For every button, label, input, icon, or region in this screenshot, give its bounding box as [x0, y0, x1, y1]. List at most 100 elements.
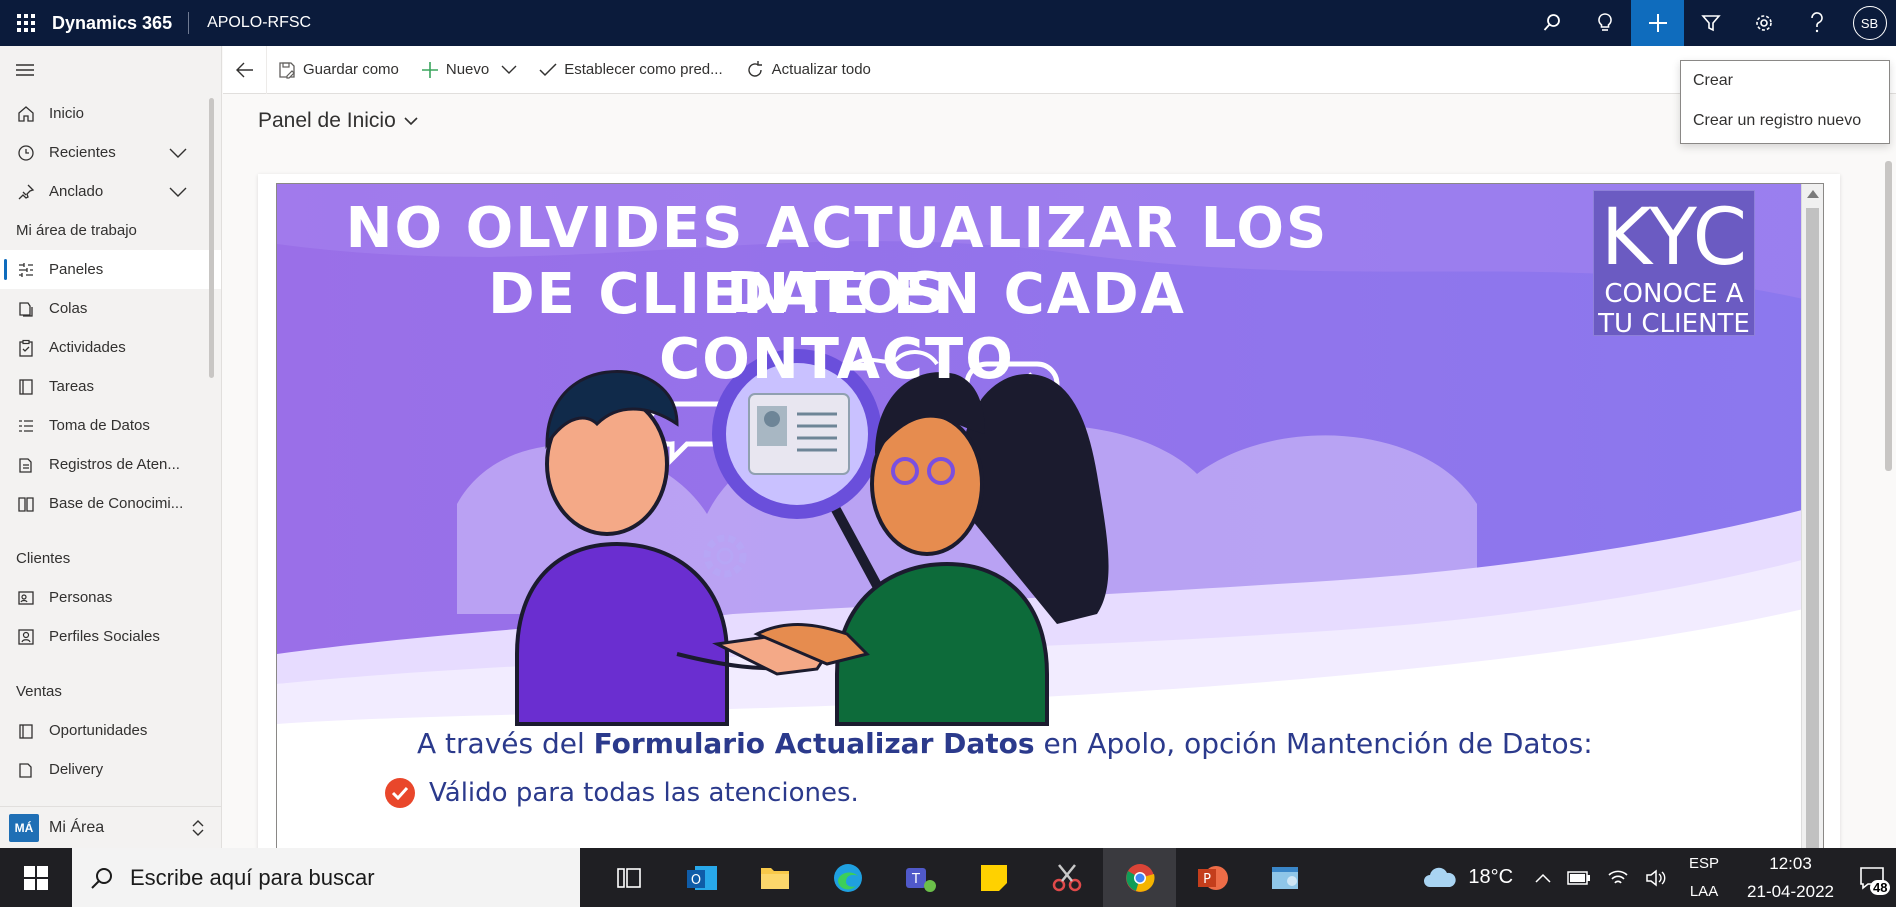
app-launcher-button[interactable] — [0, 0, 52, 46]
task-view-button[interactable] — [592, 848, 665, 907]
advanced-find-button[interactable] — [1684, 0, 1737, 46]
chevron-up-icon[interactable] — [1535, 873, 1551, 883]
notification-center-button[interactable]: 48 — [1848, 866, 1896, 895]
command-bar: Guardar como Nuevo Establecer como pred.… — [223, 45, 1896, 94]
set-default-button[interactable]: Establecer como pred... — [528, 46, 733, 94]
dashboard-selector[interactable]: Panel de Inicio — [258, 109, 418, 133]
save-as-button[interactable]: Guardar como — [267, 46, 410, 94]
environment-name[interactable]: APOLO-RFSC — [189, 14, 311, 32]
clock-icon — [16, 143, 36, 163]
sidebar-item-paneles[interactable]: Paneles — [0, 250, 221, 289]
avatar: SB — [1852, 6, 1887, 40]
taskbar-edge[interactable] — [811, 848, 884, 907]
checkmark-icon — [539, 62, 557, 77]
teams-icon: T — [905, 867, 936, 892]
sidebar-item-oportunidades[interactable]: Oportunidades — [0, 711, 221, 750]
filter-icon — [1700, 15, 1721, 32]
sidebar-item-delivery[interactable]: Delivery — [0, 750, 221, 789]
svg-text:O: O — [690, 873, 700, 888]
flyout-item-crear[interactable]: Crear — [1681, 61, 1889, 101]
sidebar-item-inicio[interactable]: Inicio — [0, 94, 221, 133]
battery-icon[interactable] — [1567, 870, 1591, 885]
sidebar-item-colas[interactable]: Colas — [0, 289, 221, 328]
taskbar-snipping-tool[interactable] — [1030, 848, 1103, 907]
weather-widget[interactable]: 18°C — [1422, 865, 1513, 891]
sidebar-item-actividades[interactable]: Actividades — [0, 328, 221, 367]
arrow-left-icon — [235, 62, 253, 77]
windows-logo-icon — [24, 865, 48, 890]
banner-scrollbar[interactable] — [1801, 184, 1823, 862]
plus-icon — [1648, 14, 1667, 32]
refresh-all-button[interactable]: Actualizar todo — [734, 46, 882, 94]
document-icon — [16, 760, 36, 780]
area-switcher[interactable]: MÁ Mi Área — [0, 806, 221, 848]
scroll-up-arrow-icon[interactable] — [1807, 190, 1819, 198]
sidebar-item-label: Toma de Datos — [49, 417, 150, 434]
taskbar-powerpoint[interactable]: P — [1176, 848, 1249, 907]
clipboard-icon — [16, 338, 36, 358]
area-label: Mi Área — [49, 818, 105, 836]
chevron-down-icon[interactable] — [169, 145, 187, 162]
taskbar-search-input[interactable]: Escribe aquí para buscar — [72, 848, 580, 907]
settings-button[interactable] — [1737, 0, 1790, 46]
kyc-banner: NO OLVIDES ACTUALIZAR LOS DATOS DE CLIEN… — [276, 183, 1824, 863]
sidebar-item-recientes[interactable]: Recientes — [0, 133, 221, 172]
folder-icon — [760, 867, 789, 889]
notification-count: 48 — [1870, 879, 1891, 895]
help-icon — [1810, 12, 1823, 33]
chevron-down-icon[interactable] — [501, 65, 517, 75]
language-indicator[interactable]: ESP LAA — [1689, 850, 1719, 906]
temperature: 18°C — [1468, 866, 1514, 888]
clock[interactable]: 12:03 21-04-2022 — [1747, 850, 1834, 906]
create-new-button[interactable] — [1631, 0, 1684, 46]
page-title: Panel de Inicio — [258, 109, 396, 132]
task-icon — [16, 377, 36, 397]
main-scrollbar[interactable] — [1885, 161, 1892, 471]
assistant-button[interactable] — [1578, 0, 1631, 46]
chevron-down-icon[interactable] — [169, 184, 187, 201]
contact-card-icon — [16, 588, 36, 608]
start-button[interactable] — [0, 848, 72, 907]
chevron-updown-icon — [191, 819, 205, 842]
app-name[interactable]: Dynamics 365 — [52, 13, 188, 34]
sticky-notes-icon — [980, 864, 1007, 891]
sidebar-item-label: Colas — [49, 300, 88, 317]
taskbar-outlook[interactable]: O — [665, 848, 738, 907]
taskbar-chrome[interactable] — [1103, 848, 1176, 907]
taskbar-sticky-notes[interactable] — [957, 848, 1030, 907]
home-icon — [16, 104, 36, 124]
taskbar-app-other[interactable] — [1249, 848, 1322, 907]
scrollbar-thumb[interactable] — [1806, 208, 1819, 862]
taskbar-teams[interactable]: T — [884, 848, 957, 907]
search-button[interactable] — [1525, 0, 1578, 46]
back-button[interactable] — [223, 45, 267, 94]
collapse-menu-button[interactable] — [0, 46, 221, 94]
lightbulb-icon — [1597, 13, 1612, 31]
sidebar-item-tareas[interactable]: Tareas — [0, 367, 221, 406]
taskbar-file-explorer[interactable] — [738, 848, 811, 907]
sidebar-item-perfiles-sociales[interactable]: Perfiles Sociales — [0, 617, 221, 656]
sidebar-item-label: Registros de Aten... — [49, 456, 180, 473]
list-icon — [16, 416, 36, 436]
waffle-icon — [17, 14, 35, 32]
sidebar-item-registros-de-atencion[interactable]: Registros de Aten... — [0, 445, 221, 484]
sidebar-item-base-de-conocimiento[interactable]: Base de Conocimi... — [0, 484, 221, 523]
flyout-item-crear-registro[interactable]: Crear un registro nuevo — [1681, 101, 1889, 141]
user-profile-button[interactable]: SB — [1843, 0, 1896, 46]
profile-icon — [16, 627, 36, 647]
sidebar-scrollbar[interactable] — [209, 98, 214, 378]
sidebar-item-toma-de-datos[interactable]: Toma de Datos — [0, 406, 221, 445]
sidebar-item-label: Base de Conocimi... — [49, 495, 184, 512]
volume-icon[interactable] — [1645, 868, 1667, 887]
sidebar-group-header: Ventas — [16, 683, 62, 700]
sidebar-item-anclado[interactable]: Anclado — [0, 172, 221, 211]
sidebar-item-personas[interactable]: Personas — [0, 578, 221, 617]
dashboard-icon — [16, 260, 36, 280]
new-button[interactable]: Nuevo — [410, 46, 528, 94]
help-button[interactable] — [1790, 0, 1843, 46]
svg-text:T: T — [911, 872, 920, 887]
wifi-icon[interactable] — [1607, 869, 1629, 887]
check-circle-icon — [385, 778, 415, 808]
area-badge: MÁ — [9, 813, 39, 842]
record-icon — [16, 455, 36, 475]
